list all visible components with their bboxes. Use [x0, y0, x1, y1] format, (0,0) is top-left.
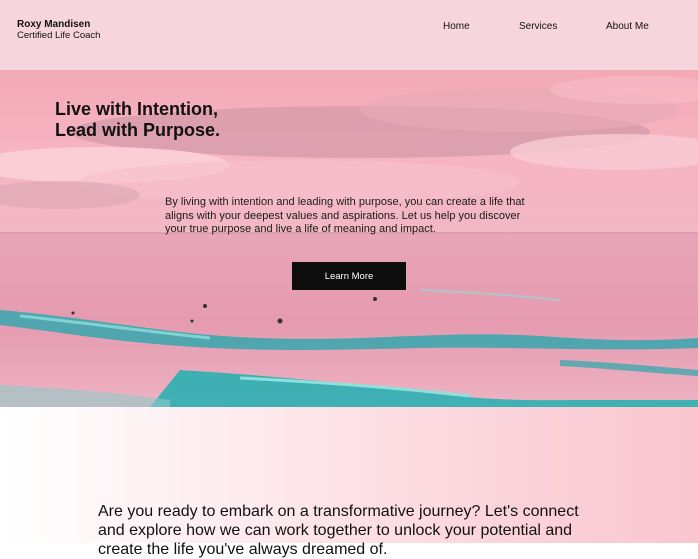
- brand-subtitle: Certified Life Coach: [17, 30, 101, 41]
- brand[interactable]: Roxy Mandisen Certified Life Coach: [17, 19, 100, 41]
- learn-more-button[interactable]: Learn More: [292, 262, 406, 290]
- hero-section: Live with Intention, Lead with Purpose. …: [0, 70, 698, 407]
- nav-home-link[interactable]: Home: [443, 21, 470, 32]
- nav-about-link[interactable]: About Me: [606, 21, 649, 32]
- hero-title-line1: Live with Intention,: [55, 99, 218, 119]
- intro-text: Are you ready to embark on a transformat…: [98, 503, 579, 558]
- nav-services-link[interactable]: Services: [519, 21, 557, 32]
- intro-section: Are you ready to embark on a transformat…: [0, 407, 698, 558]
- hero-title: Live with Intention, Lead with Purpose.: [55, 99, 220, 141]
- brand-name: Roxy Mandisen: [17, 19, 91, 30]
- hero-description: By living with intention and leading wit…: [165, 196, 525, 235]
- site-header: Roxy Mandisen Certified Life Coach Home …: [0, 0, 698, 70]
- hero-title-line2: Lead with Purpose.: [55, 120, 221, 140]
